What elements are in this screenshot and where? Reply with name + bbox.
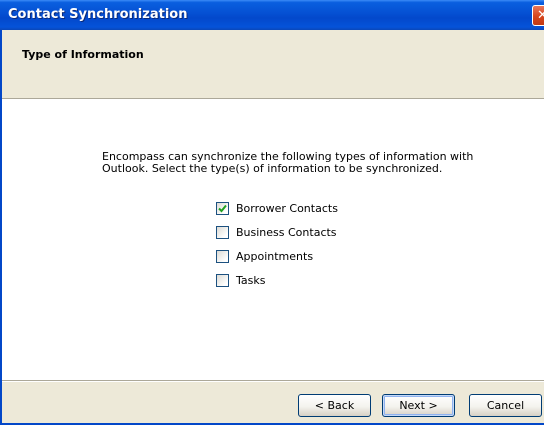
option-appointments[interactable]: Appointments bbox=[216, 249, 313, 263]
header-divider bbox=[2, 98, 544, 100]
business-contacts-checkbox[interactable] bbox=[216, 225, 229, 239]
borrower-contacts-checkbox[interactable] bbox=[216, 201, 229, 215]
appointments-label: Appointments bbox=[236, 249, 314, 263]
option-business-contacts[interactable]: Business Contacts bbox=[216, 225, 337, 239]
intro-text: Encompass can synchronize the following … bbox=[102, 151, 492, 175]
title-bar[interactable]: Contact Synchronization ✕ bbox=[0, 0, 544, 30]
window-title: Contact Synchronization bbox=[8, 7, 188, 22]
back-button[interactable]: < Back bbox=[298, 394, 371, 417]
next-button[interactable]: Next > bbox=[382, 394, 455, 417]
option-borrower-contacts[interactable]: Borrower Contacts bbox=[216, 201, 338, 215]
close-icon[interactable]: ✕ bbox=[532, 5, 544, 26]
checkmark-icon bbox=[218, 204, 227, 212]
tasks-label: Tasks bbox=[236, 273, 266, 287]
intro-line-2: Outlook. Select the type(s) of informati… bbox=[102, 162, 443, 175]
appointments-checkbox[interactable] bbox=[216, 249, 229, 263]
dialog-window: Contact Synchronization ✕ Type of Inform… bbox=[0, 0, 544, 425]
page-title: Type of Information bbox=[22, 48, 144, 61]
option-tasks[interactable]: Tasks bbox=[216, 273, 265, 287]
business-contacts-label: Business Contacts bbox=[236, 225, 337, 239]
borrower-contacts-label: Borrower Contacts bbox=[236, 201, 338, 215]
header-band: Type of Information bbox=[2, 30, 544, 98]
tasks-checkbox[interactable] bbox=[216, 273, 229, 287]
footer-bar: < Back Next > Cancel bbox=[2, 382, 544, 423]
cancel-button[interactable]: Cancel bbox=[469, 394, 542, 417]
